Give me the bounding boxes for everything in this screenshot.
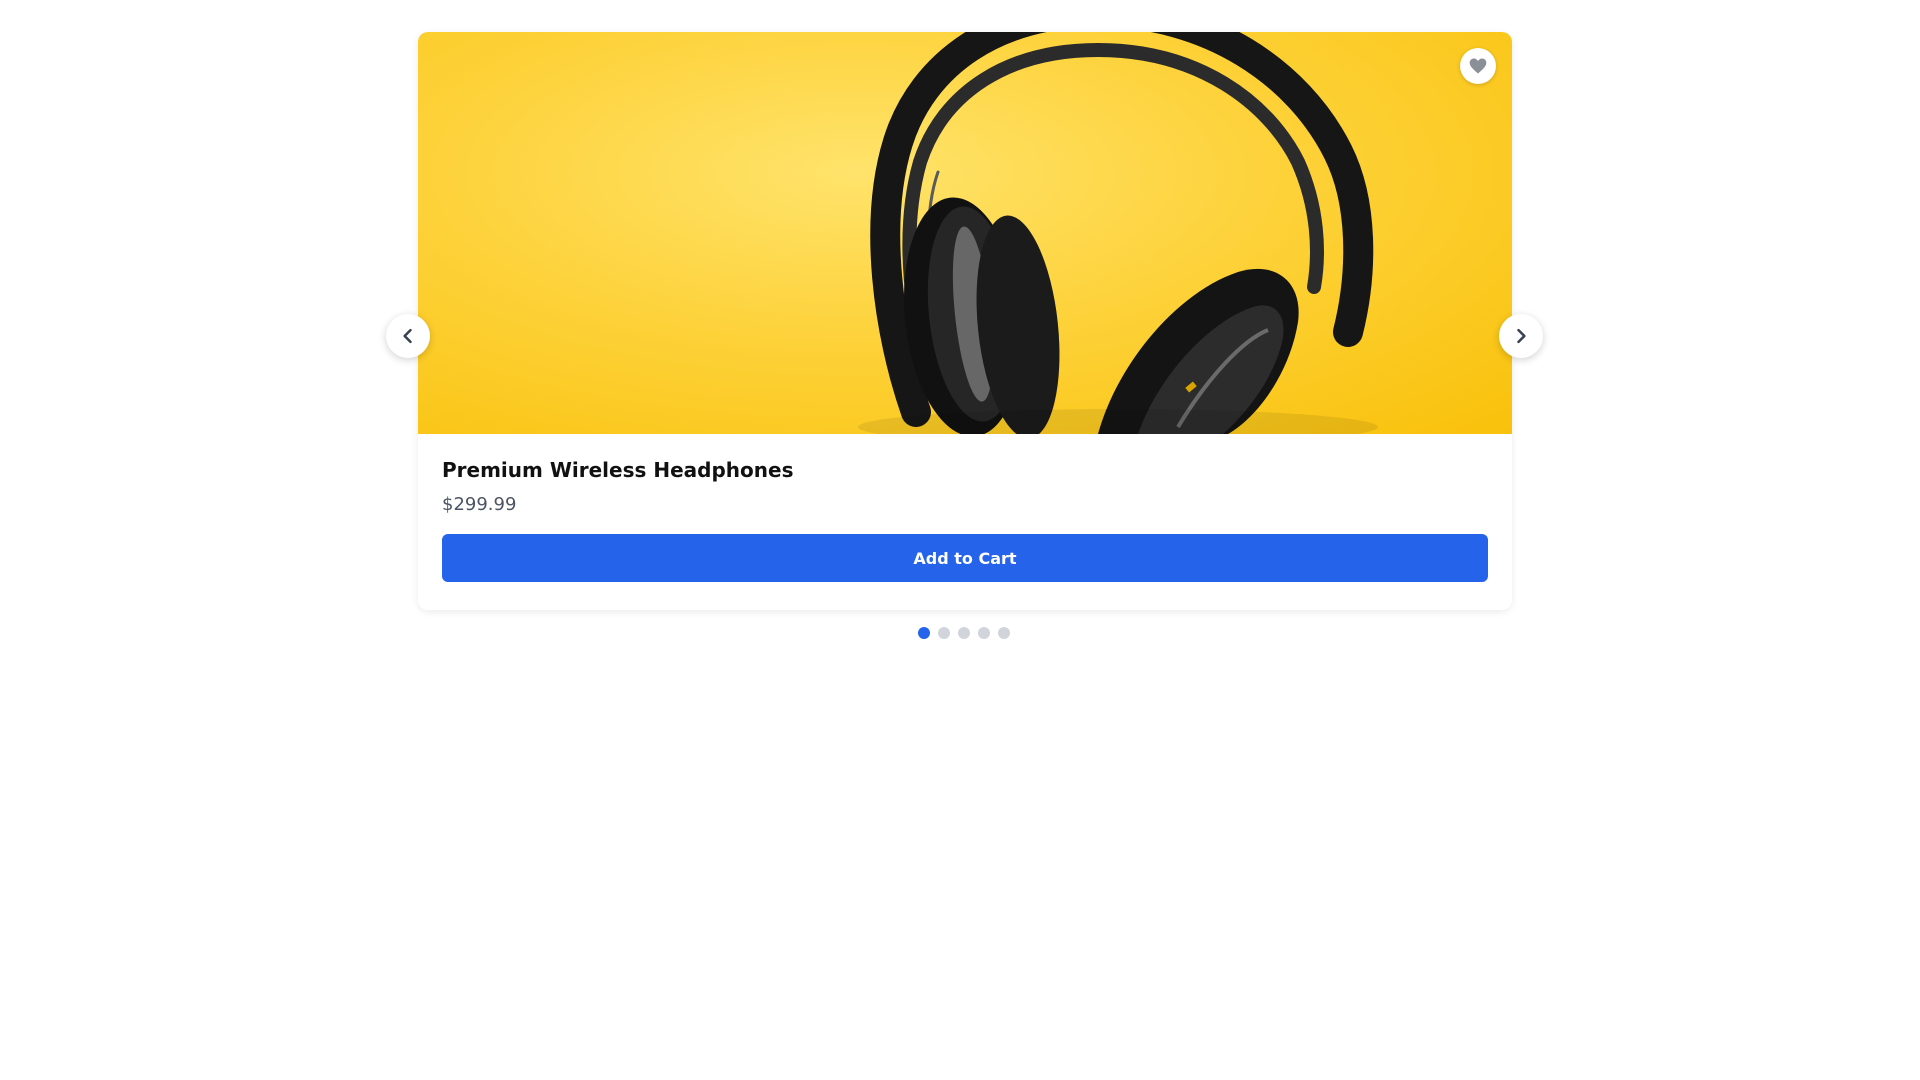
carousel-indicators xyxy=(918,627,1010,639)
heart-icon xyxy=(1469,58,1487,74)
product-title: Premium Wireless Headphones xyxy=(442,458,794,482)
carousel-dot[interactable] xyxy=(978,627,990,639)
product-card: Premium Wireless Headphones $299.99 Add … xyxy=(418,32,1512,610)
carousel-dot[interactable] xyxy=(938,627,950,639)
product-image xyxy=(418,32,1512,434)
carousel-dot[interactable] xyxy=(998,627,1010,639)
carousel-dot[interactable] xyxy=(958,627,970,639)
product-price: $299.99 xyxy=(442,494,517,515)
product-details: Premium Wireless Headphones $299.99 Add … xyxy=(418,434,1512,582)
previous-slide-button[interactable] xyxy=(386,314,430,358)
page: Premium Wireless Headphones $299.99 Add … xyxy=(0,0,1920,1080)
add-to-cart-button[interactable]: Add to Cart xyxy=(442,534,1488,582)
headphones-image xyxy=(858,32,1378,434)
carousel-dot[interactable] xyxy=(918,627,930,639)
chevron-left-icon xyxy=(403,328,412,344)
chevron-right-icon xyxy=(1517,328,1526,344)
favorite-button[interactable] xyxy=(1460,48,1496,84)
next-slide-button[interactable] xyxy=(1499,314,1543,358)
